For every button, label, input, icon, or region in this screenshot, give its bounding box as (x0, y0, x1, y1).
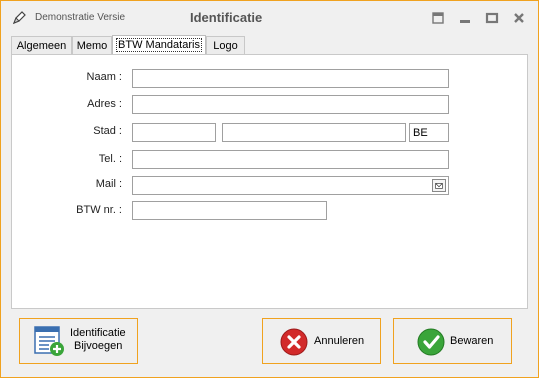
minimize-icon[interactable] (458, 11, 472, 25)
annuleren-button[interactable]: Annuleren (262, 318, 381, 364)
add-document-icon (34, 326, 64, 356)
btw-input[interactable] (132, 201, 327, 220)
identificatie-bijvoegen-button[interactable]: Identificatie Bijvoegen (19, 318, 138, 364)
tab-label: Memo (76, 40, 108, 52)
pencil-icon (12, 11, 26, 25)
cancel-icon (280, 328, 308, 356)
bewaren-button[interactable]: Bewaren (393, 318, 512, 364)
identificatie-window: Demonstratie Versie Identificatie Algeme… (0, 0, 539, 378)
tab-label: Algemeen (16, 40, 67, 52)
land-input[interactable]: BE (409, 123, 449, 142)
email-icon[interactable] (432, 179, 446, 192)
title-bar: Demonstratie Versie Identificatie (1, 1, 538, 35)
mail-input[interactable] (132, 176, 449, 195)
tel-input[interactable] (132, 150, 449, 169)
btw-label: BTW nr. : (76, 204, 122, 216)
add-button-line1: Identificatie (70, 327, 126, 339)
window-title: Identificatie (190, 10, 263, 25)
tab-label: BTW Mandataris (116, 38, 202, 52)
tab-memo[interactable]: Memo (72, 36, 112, 54)
naam-input[interactable] (132, 69, 449, 88)
form-panel: Naam : Adres : Stad : BE Tel. : Mail : B… (11, 54, 528, 309)
postcode-input[interactable] (132, 123, 216, 142)
restore-icon[interactable] (431, 11, 445, 25)
mail-label: Mail : (95, 178, 122, 190)
adres-input[interactable] (132, 95, 449, 114)
app-name: Demonstratie Versie (35, 12, 126, 23)
add-button-line2: Bijvoegen (74, 340, 123, 352)
close-icon[interactable] (512, 11, 526, 25)
naam-label: Naam : (86, 71, 122, 83)
tel-label: Tel. : (98, 153, 122, 165)
adres-label: Adres : (87, 98, 122, 110)
stad-label: Stad : (93, 125, 122, 137)
tab-logo[interactable]: Logo (206, 36, 245, 54)
tab-algemeen[interactable]: Algemeen (11, 36, 72, 54)
cancel-label: Annuleren (314, 335, 365, 347)
maximize-icon[interactable] (485, 11, 499, 25)
tab-btw-mandataris[interactable]: BTW Mandataris (112, 35, 206, 55)
save-label: Bewaren (450, 335, 494, 347)
tab-label: Logo (213, 40, 238, 52)
stad-input[interactable] (222, 123, 406, 142)
checkmark-icon (417, 328, 445, 356)
